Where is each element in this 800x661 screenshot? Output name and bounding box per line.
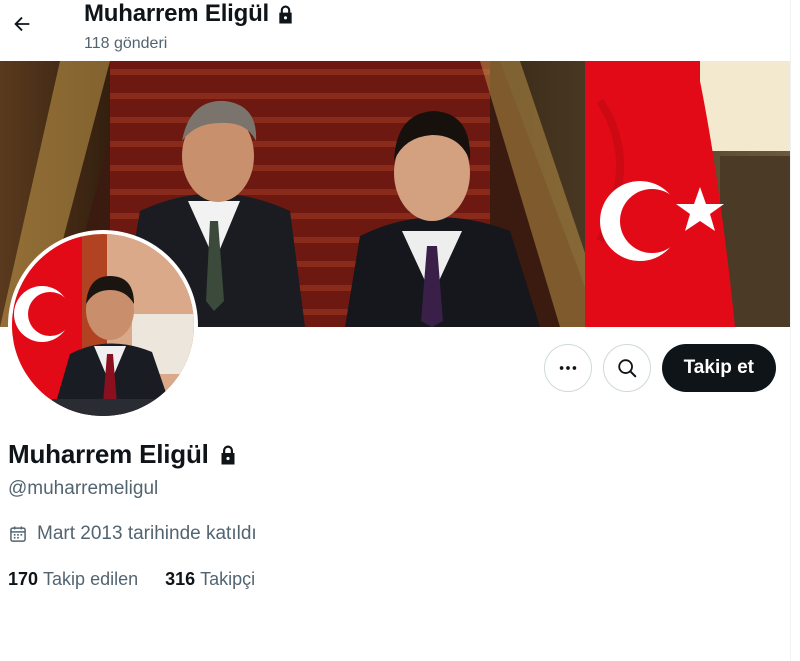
followers-count: 316 xyxy=(165,569,196,589)
joined-text: Mart 2013 tarihinde katıldı xyxy=(37,523,257,544)
profile-avatar[interactable] xyxy=(8,230,198,420)
search-icon xyxy=(617,359,636,378)
lock-icon xyxy=(279,4,292,24)
profile-actions: Takip et xyxy=(543,344,776,392)
search-profile-button[interactable] xyxy=(602,344,651,392)
following-count: 170 xyxy=(8,569,39,589)
profile-header-bar: Muharrem Eligül 118 gönderi xyxy=(0,0,790,60)
header-title: Muharrem Eligül xyxy=(84,0,295,28)
profile-display-name: Muharrem Eligül xyxy=(8,439,209,469)
follow-stats: 170 Takip edilen 316 Takipçi xyxy=(8,569,255,590)
arrow-left-icon xyxy=(14,16,30,32)
joined-date: Mart 2013 tarihinde katıldı xyxy=(8,523,257,545)
lock-icon xyxy=(221,445,235,464)
followers-link[interactable]: 316 Takipçi xyxy=(165,569,255,590)
profile-name-row: Muharrem Eligül xyxy=(8,439,238,470)
follow-button[interactable]: Takip et xyxy=(661,344,776,392)
back-button[interactable] xyxy=(4,6,40,42)
column-divider xyxy=(790,0,791,661)
more-button[interactable] xyxy=(543,344,592,392)
following-link[interactable]: 170 Takip edilen xyxy=(8,569,138,590)
profile-handle: @muharremeligul xyxy=(8,478,159,499)
posts-count: 118 gönderi xyxy=(84,35,168,52)
followers-label: Takipçi xyxy=(200,569,256,589)
header-display-name: Muharrem Eligül xyxy=(84,0,270,27)
more-horizontal-icon xyxy=(559,366,576,370)
calendar-icon xyxy=(10,526,26,542)
following-label: Takip edilen xyxy=(43,569,139,589)
